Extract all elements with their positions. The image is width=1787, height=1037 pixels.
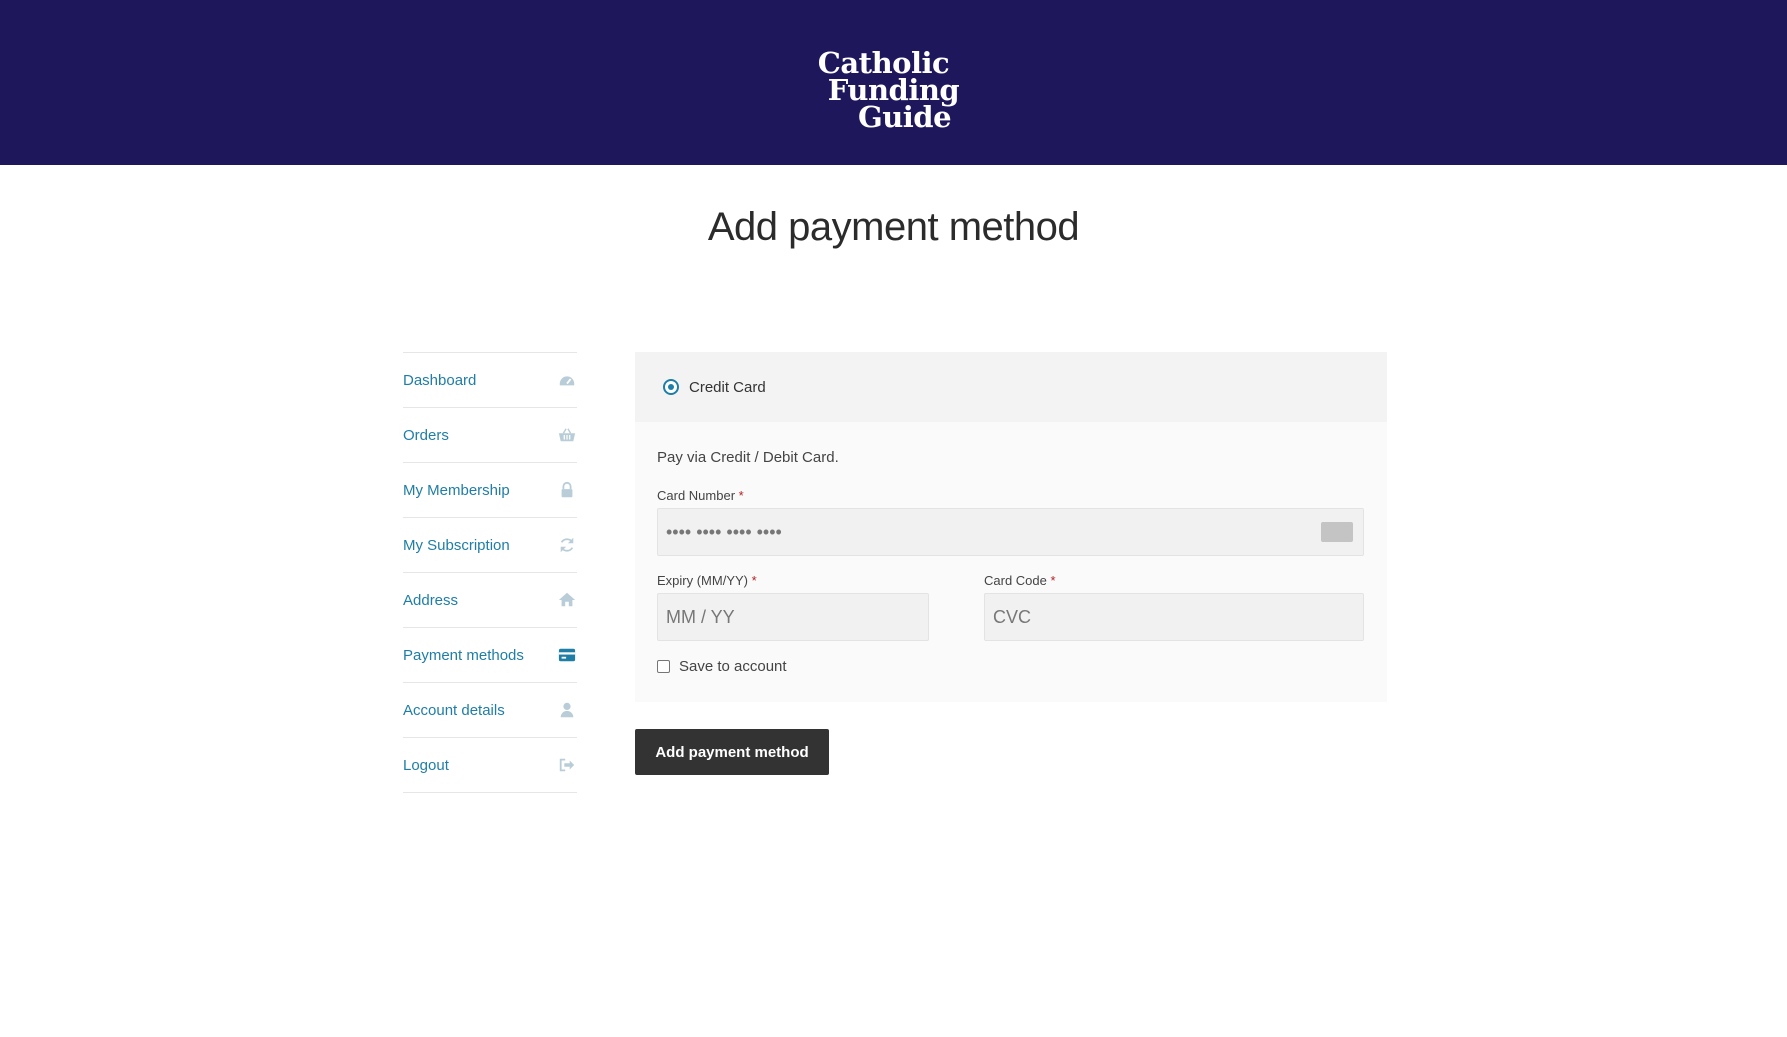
credit-card-radio[interactable]: [663, 379, 679, 395]
logout-icon: [557, 755, 577, 775]
payment-method-label: Credit Card: [689, 378, 766, 396]
lock-icon: [557, 480, 577, 500]
card-number-label: Card Number *: [657, 488, 744, 503]
logo-line-3: Guide: [857, 100, 952, 134]
sidebar-item-label: Logout: [403, 756, 449, 774]
sidebar-item-dashboard[interactable]: Dashboard: [403, 353, 577, 408]
required-mark: *: [738, 488, 744, 503]
sidebar-item-address[interactable]: Address: [403, 573, 577, 628]
card-code-label-text: Card Code: [984, 573, 1047, 588]
site-header: Catholic Funding Guide: [0, 0, 1787, 165]
sidebar-item-my-membership[interactable]: My Membership: [403, 463, 577, 518]
card-type-icon: [1321, 522, 1353, 542]
save-to-account-label: Save to account: [679, 658, 787, 675]
sidebar-item-label: Dashboard: [403, 371, 477, 389]
dashboard-icon: [557, 370, 577, 390]
card-number-label-text: Card Number: [657, 488, 736, 503]
save-to-account-checkbox[interactable]: [657, 660, 670, 673]
expiry-label-text: Expiry (MM/YY): [657, 573, 748, 588]
expiry-label: Expiry (MM/YY) *: [657, 573, 757, 588]
required-mark: *: [751, 573, 757, 588]
sidebar-item-payment-methods[interactable]: Payment methods: [403, 628, 577, 683]
sidebar-item-logout[interactable]: Logout: [403, 738, 577, 793]
sidebar-item-account-details[interactable]: Account details: [403, 683, 577, 738]
card-code-label: Card Code *: [984, 573, 1056, 588]
account-navigation: Dashboard Orders My Membership My Subscr…: [403, 352, 577, 793]
sidebar-item-orders[interactable]: Orders: [403, 408, 577, 463]
user-icon: [557, 700, 577, 720]
sidebar-item-label: Orders: [403, 426, 449, 444]
sidebar-item-label: My Subscription: [403, 536, 510, 554]
sidebar-item-label: Account details: [403, 701, 505, 719]
page-title: Add payment method: [707, 205, 1080, 249]
expiry-input[interactable]: [657, 593, 929, 641]
card-code-input[interactable]: [984, 593, 1364, 641]
payment-description: Pay via Credit / Debit Card.: [657, 449, 839, 466]
payment-method-form: Credit Card Pay via Credit / Debit Card.…: [635, 352, 1387, 702]
card-number-input[interactable]: [657, 508, 1364, 556]
site-logo[interactable]: Catholic Funding Guide: [0, 49, 1787, 134]
sidebar-item-label: Payment methods: [403, 646, 524, 664]
sidebar-item-label: My Membership: [403, 481, 510, 499]
save-to-account-option[interactable]: Save to account: [657, 658, 787, 675]
sidebar-item-my-subscription[interactable]: My Subscription: [403, 518, 577, 573]
home-icon: [557, 590, 577, 610]
payment-method-option[interactable]: Credit Card: [635, 352, 1387, 422]
basket-icon: [557, 425, 577, 445]
add-payment-method-button[interactable]: Add payment method: [635, 729, 829, 775]
required-mark: *: [1050, 573, 1056, 588]
sidebar-item-label: Address: [403, 591, 459, 609]
credit-card-icon: [557, 645, 577, 665]
refresh-icon: [557, 535, 577, 555]
